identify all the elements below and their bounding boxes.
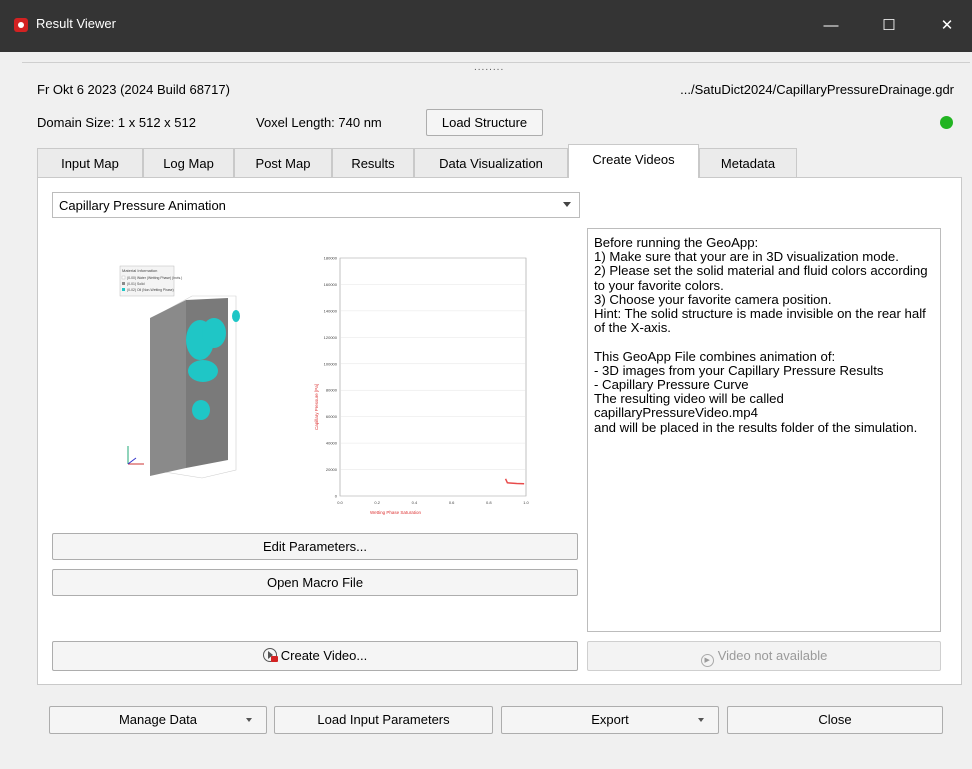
legend-item-fluid: (0-02) Oil (Non-Wetting Phase) xyxy=(127,288,174,292)
dropdown-arrow-icon xyxy=(698,718,704,722)
animation-select[interactable]: Capillary Pressure Animation xyxy=(52,192,580,218)
minimize-button[interactable]: — xyxy=(808,8,854,44)
window-title: Result Viewer xyxy=(36,16,116,31)
video-not-available-button[interactable]: ▶ Video not available xyxy=(587,641,941,671)
create-video-label: Create Video... xyxy=(280,648,368,663)
legend-item-water: (0-00) Water (Wetting Phase) (Invis.) xyxy=(127,276,182,280)
close-button[interactable]: Close xyxy=(727,706,943,734)
preview-svg: Material Information (0-00) Water (Wetti… xyxy=(119,256,530,516)
status-indicator xyxy=(940,116,953,129)
close-window-button[interactable]: ✕ xyxy=(924,8,970,44)
material-legend-title: Material Information xyxy=(122,268,157,273)
tab-post-map[interactable]: Post Map xyxy=(234,148,332,177)
play-pause-icon: ▶ xyxy=(700,654,714,667)
chart-ytick-label: 180000 xyxy=(324,256,338,261)
tab-metadata[interactable]: Metadata xyxy=(699,148,797,177)
load-structure-button[interactable]: Load Structure xyxy=(426,109,543,136)
instructions-textbox[interactable]: Before running the GeoApp: 1) Make sure … xyxy=(587,228,941,632)
chart-ytick-label: 20000 xyxy=(326,467,338,472)
fluid-patch xyxy=(232,310,240,322)
chart-ytick-label: 40000 xyxy=(326,441,338,446)
domain-size-label: Domain Size: 1 x 512 x 512 xyxy=(37,115,196,130)
chart-xtick-label: 1.0 xyxy=(523,500,529,505)
fluid-patch xyxy=(192,400,210,420)
tab-log-map[interactable]: Log Map xyxy=(143,148,234,177)
chevron-down-icon xyxy=(563,202,571,207)
volume-render: Material Information (0-00) Water (Wetti… xyxy=(119,265,240,479)
chart-xtick-label: 0.0 xyxy=(337,500,343,505)
legend-swatch-solid xyxy=(122,282,125,285)
create-video-icon xyxy=(262,648,278,662)
open-macro-file-button[interactable]: Open Macro File xyxy=(52,569,578,596)
chart-xtick-label: 0.2 xyxy=(374,500,380,505)
splitter-grip[interactable]: ........ xyxy=(474,62,504,73)
legend-swatch-fluid xyxy=(122,288,125,291)
chart-ytick-label: 100000 xyxy=(324,361,338,366)
manage-data-button[interactable]: Manage Data xyxy=(49,706,267,734)
capillary-pressure-chart: 0 20000 40000 60000 80000 100000 120000 140000 1… xyxy=(314,256,530,516)
export-label: Export xyxy=(591,712,629,727)
create-video-button[interactable]: Create Video... xyxy=(52,641,578,671)
manage-data-label: Manage Data xyxy=(118,712,198,727)
video-status-label: Video not available xyxy=(717,648,828,663)
load-input-parameters-button[interactable]: Load Input Parameters xyxy=(274,706,493,734)
file-path-label: .../SatuDict2024/CapillaryPressureDraina… xyxy=(680,82,954,97)
chart-xlabel: Wetting Phase Saturation xyxy=(370,510,421,515)
date-build-label: Fr Okt 6 2023 (2024 Build 68717) xyxy=(37,82,230,97)
chart-ylabel: Capillary Pressure [Pa] xyxy=(314,384,319,430)
fluid-patch xyxy=(188,360,218,382)
chart-xtick-label: 0.8 xyxy=(486,500,492,505)
animation-select-value: Capillary Pressure Animation xyxy=(59,198,226,213)
fluid-patch xyxy=(202,318,226,348)
solid-block-front xyxy=(150,300,186,476)
tab-input-map[interactable]: Input Map xyxy=(37,148,143,177)
chart-ytick-label: 60000 xyxy=(326,414,338,419)
chart-ytick-label: 80000 xyxy=(326,388,338,393)
edit-parameters-button[interactable]: Edit Parameters... xyxy=(52,533,578,560)
tab-create-videos[interactable]: Create Videos xyxy=(568,144,699,178)
voxel-length-label: Voxel Length: 740 nm xyxy=(256,115,382,130)
chart-xtick-label: 0.6 xyxy=(449,500,455,505)
export-button[interactable]: Export xyxy=(501,706,719,734)
animation-preview: Material Information (0-00) Water (Wetti… xyxy=(52,230,578,530)
chart-ytick-label: 160000 xyxy=(324,282,338,287)
legend-item-solid: (0-01) Solid xyxy=(127,282,145,286)
maximize-button[interactable]: ☐ xyxy=(866,8,912,44)
tab-results[interactable]: Results xyxy=(332,148,414,177)
chart-ytick-label: 140000 xyxy=(324,308,338,313)
chart-xtick-label: 0.4 xyxy=(412,500,418,505)
dropdown-arrow-icon xyxy=(246,718,252,722)
tab-data-visualization[interactable]: Data Visualization xyxy=(414,148,568,177)
chart-ytick-label: 120000 xyxy=(324,335,338,340)
app-icon xyxy=(14,18,28,32)
legend-swatch-water xyxy=(121,275,126,280)
chart-ytick-label: 0 xyxy=(335,494,338,499)
chart-plot-area xyxy=(339,257,527,497)
